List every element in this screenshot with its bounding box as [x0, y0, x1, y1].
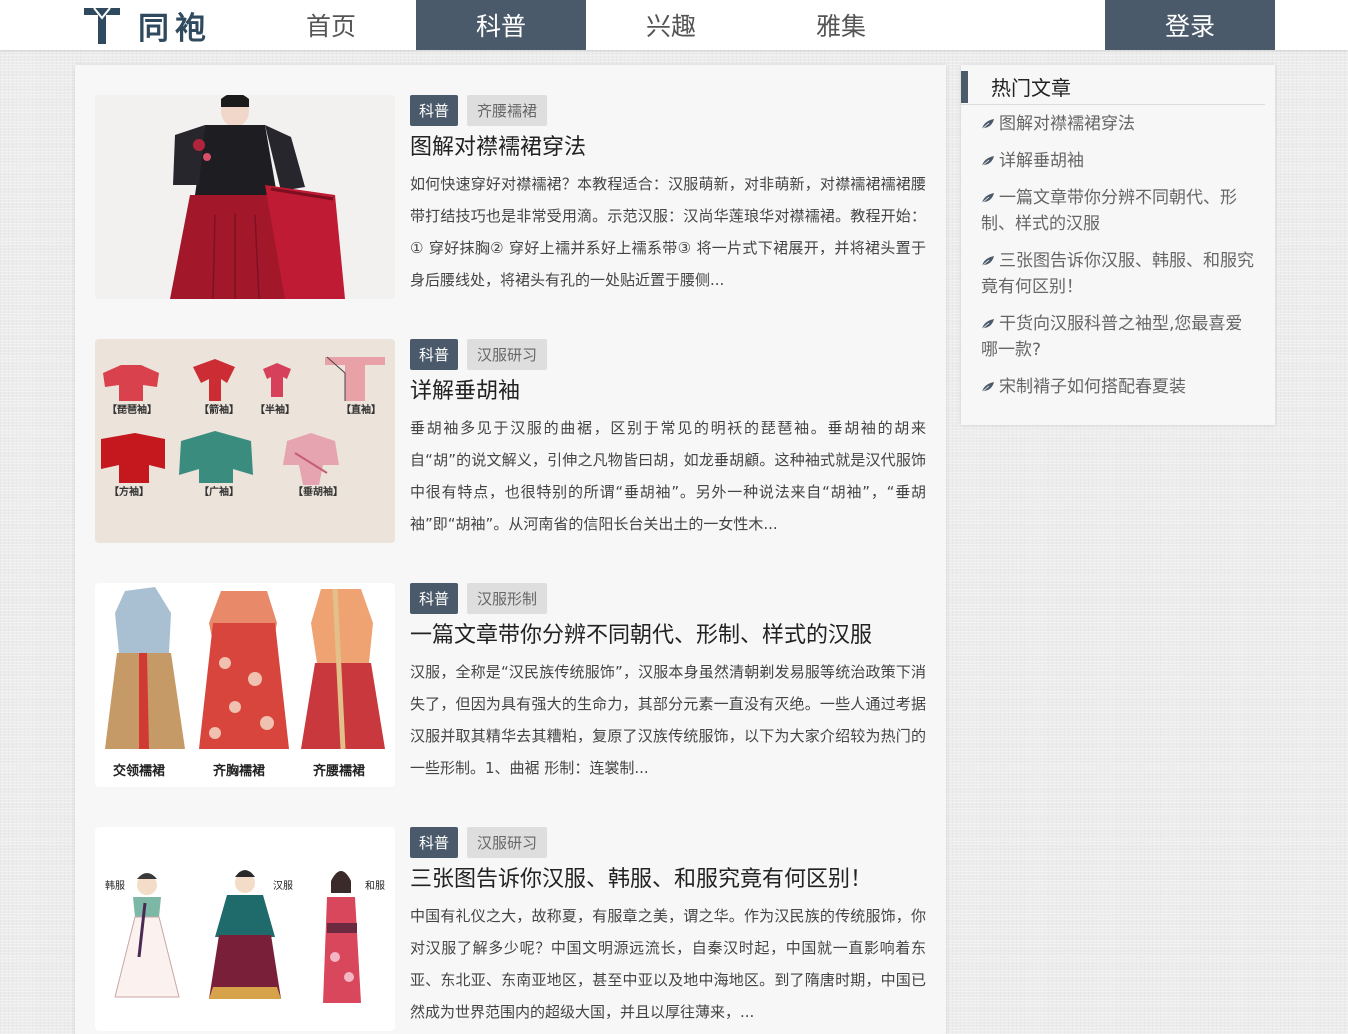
leaf-icon	[981, 382, 994, 393]
sleeve-label: 【方袖】	[109, 485, 149, 498]
costume-label: 汉服	[273, 880, 293, 892]
article-excerpt: 如何快速穿好对襟襦裙？本教程适合：汉服萌新，对非萌新，对襟襦裙襦裙腰带打结技巧也…	[410, 175, 926, 289]
article-card: 韩服 汉服 和服 科普 汉服研习 三张图告诉你汉服、韩服、和服究竟有何区别！ 中…	[95, 827, 926, 1031]
article-thumbnail[interactable]: 【琵琶袖】 【箭袖】 【半袖】 【直袖】 【方袖】 【广袖】 【垂胡袖】	[95, 339, 395, 543]
site-header: 同袍 首页 科普 兴趣 雅集 登录	[0, 0, 1348, 50]
article-list: 科普 齐腰襦裙 图解对襟襦裙穿法 如何快速穿好对襟襦裙？本教程适合：汉服萌新，对…	[75, 65, 946, 1034]
login-button[interactable]: 登录	[1105, 0, 1275, 50]
hot-articles-list: 图解对襟襦裙穿法 详解垂胡袖 一篇文章带你分辨不同朝代、形制、样式的汉服 三张图…	[981, 111, 1257, 411]
hot-article-link[interactable]: 一篇文章带你分辨不同朝代、形制、样式的汉服	[981, 185, 1257, 237]
sleeve-label: 【直袖】	[341, 403, 381, 416]
hot-article-text: 图解对襟襦裙穿法	[999, 114, 1135, 134]
article-card: 【琵琶袖】 【箭袖】 【半袖】 【直袖】 【方袖】 【广袖】 【垂胡袖】 科普 …	[95, 339, 926, 543]
sleeve-label: 【半袖】	[255, 403, 295, 416]
article-card: 科普 齐腰襦裙 图解对襟襦裙穿法 如何快速穿好对襟襦裙？本教程适合：汉服萌新，对…	[95, 95, 926, 299]
sleeve-label: 【箭袖】	[199, 403, 239, 416]
nav-interest[interactable]: 兴趣	[586, 0, 756, 50]
hot-articles-header: 热门文章	[961, 69, 1265, 105]
hot-article-text: 三张图告诉你汉服、韩服、和服究竟有何区别！	[981, 251, 1254, 297]
article-title[interactable]: 一篇文章带你分辨不同朝代、形制、样式的汉服	[410, 620, 926, 652]
nav-home[interactable]: 首页	[246, 0, 416, 50]
article-card: 交领襦裙 齐胸襦裙 齐腰襦裙 科普 汉服形制 一篇文章带你分辨不同朝代、形制、样…	[95, 583, 926, 787]
category-tag[interactable]: 科普	[410, 583, 459, 614]
nav-gathering[interactable]: 雅集	[756, 0, 926, 50]
topic-tag[interactable]: 汉服形制	[467, 583, 548, 614]
ruqun-photo-image	[95, 95, 395, 299]
article-thumbnail[interactable]: 交领襦裙 齐胸襦裙 齐腰襦裙	[95, 583, 395, 787]
hot-article-link[interactable]: 详解垂胡袖	[981, 148, 1257, 174]
category-tag[interactable]: 科普	[410, 339, 459, 370]
style-label: 交领襦裙	[113, 763, 165, 779]
sleeve-label: 【垂胡袖】	[293, 485, 343, 498]
article-body: 科普 汉服研习 三张图告诉你汉服、韩服、和服究竟有何区别！ 中国有礼仪之大，故称…	[410, 827, 926, 1028]
sleeve-label: 【琵琶袖】	[107, 403, 157, 416]
hanbok-hanfu-kimono-image: 韩服 汉服 和服	[95, 827, 395, 1031]
sleeve-label: 【广袖】	[199, 485, 239, 498]
costume-label: 和服	[365, 880, 385, 892]
costume-label: 韩服	[105, 879, 125, 892]
leaf-icon	[981, 193, 994, 204]
article-excerpt: 垂胡袖多见于汉服的曲裾，区别于常见的明袄的琵琶袖。垂胡袖的胡来自“胡”的说文解义…	[410, 419, 926, 533]
article-tags: 科普 汉服形制	[410, 583, 926, 614]
article-tags: 科普 齐腰襦裙	[410, 95, 926, 126]
leaf-icon	[981, 119, 994, 130]
leaf-icon	[981, 319, 994, 330]
topic-tag[interactable]: 汉服研习	[467, 339, 548, 370]
article-body: 科普 汉服研习 详解垂胡袖 垂胡袖多见于汉服的曲裾，区别于常见的明袄的琵琶袖。垂…	[410, 339, 926, 540]
hot-articles-title: 热门文章	[991, 76, 1071, 100]
hot-article-link[interactable]: 干货向汉服科普之袖型,您最喜爱哪一款?	[981, 311, 1257, 363]
hot-article-text: 详解垂胡袖	[999, 151, 1084, 171]
article-title[interactable]: 三张图告诉你汉服、韩服、和服究竟有何区别！	[410, 864, 926, 896]
article-excerpt: 汉服，全称是“汉民族传统服饰”，汉服本身虽然清朝剃发易服等统治政策下消失了，但因…	[410, 663, 926, 777]
article-tags: 科普 汉服研习	[410, 339, 926, 370]
header-accent-bar	[961, 70, 968, 103]
hanfu-styles-image: 交领襦裙 齐胸襦裙 齐腰襦裙	[95, 583, 395, 787]
article-thumbnail[interactable]: 韩服 汉服 和服	[95, 827, 395, 1031]
sleeve-types-image: 【琵琶袖】 【箭袖】 【半袖】 【直袖】 【方袖】 【广袖】 【垂胡袖】	[95, 339, 395, 543]
style-label: 齐胸襦裙	[213, 763, 265, 779]
nav-science[interactable]: 科普	[416, 0, 586, 50]
site-logo[interactable]: 同袍	[82, 4, 212, 47]
style-label: 齐腰襦裙	[313, 763, 365, 779]
hot-article-link[interactable]: 图解对襟襦裙穿法	[981, 111, 1257, 137]
hot-article-text: 干货向汉服科普之袖型,您最喜爱哪一款?	[981, 314, 1243, 360]
logo-text: 同袍	[138, 10, 212, 47]
hot-article-text: 宋制褙子如何搭配春夏装	[999, 377, 1186, 397]
article-tags: 科普 汉服研习	[410, 827, 926, 858]
hanfu-logo-icon	[84, 7, 120, 44]
category-tag[interactable]: 科普	[410, 95, 459, 126]
hot-article-text: 一篇文章带你分辨不同朝代、形制、样式的汉服	[981, 188, 1237, 234]
topic-tag[interactable]: 齐腰襦裙	[467, 95, 548, 126]
hot-articles-panel: 热门文章 图解对襟襦裙穿法 详解垂胡袖 一篇文章带你分辨不同朝代、形制、样式的汉…	[961, 65, 1275, 425]
article-title[interactable]: 详解垂胡袖	[410, 376, 926, 408]
leaf-icon	[981, 256, 994, 267]
article-body: 科普 汉服形制 一篇文章带你分辨不同朝代、形制、样式的汉服 汉服，全称是“汉民族…	[410, 583, 926, 784]
topic-tag[interactable]: 汉服研习	[467, 827, 548, 858]
article-title[interactable]: 图解对襟襦裙穿法	[410, 132, 926, 164]
article-excerpt: 中国有礼仪之大，故称夏，有服章之美，谓之华。作为汉民族的传统服饰，你对汉服了解多…	[410, 907, 926, 1021]
category-tag[interactable]: 科普	[410, 827, 459, 858]
leaf-icon	[981, 156, 994, 167]
article-thumbnail[interactable]	[95, 95, 395, 299]
hot-article-link[interactable]: 三张图告诉你汉服、韩服、和服究竟有何区别！	[981, 248, 1257, 300]
article-body: 科普 齐腰襦裙 图解对襟襦裙穿法 如何快速穿好对襟襦裙？本教程适合：汉服萌新，对…	[410, 95, 926, 296]
hot-article-link[interactable]: 宋制褙子如何搭配春夏装	[981, 374, 1257, 400]
